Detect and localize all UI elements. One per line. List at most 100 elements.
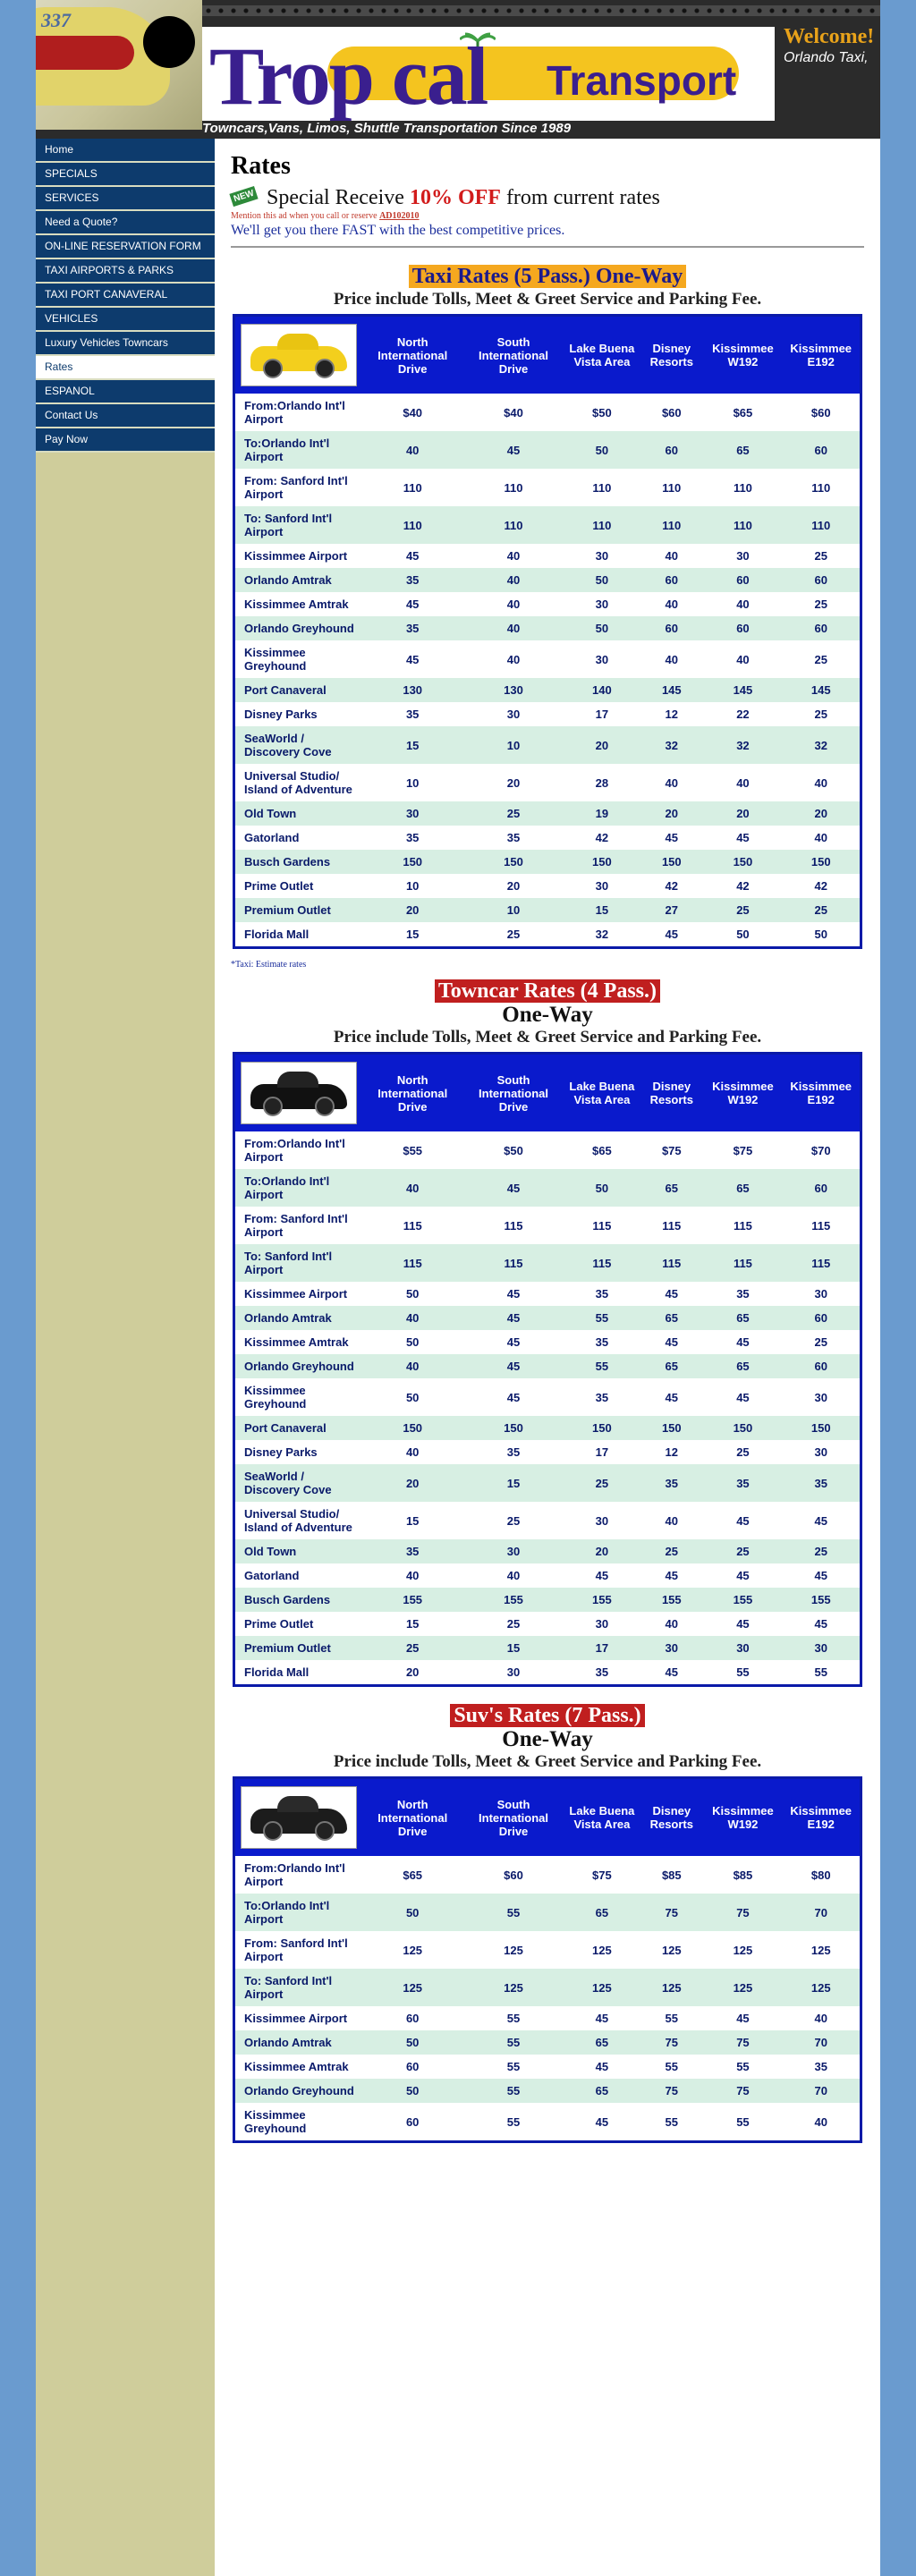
suv-fee-note: Price include Tolls, Meet & Greet Servic…	[333, 1752, 762, 1771]
price-cell: 20	[782, 801, 861, 826]
price-cell: 50	[405, 1287, 420, 1301]
price-cell: 30	[462, 1539, 564, 1563]
price-cell: 60	[640, 431, 704, 469]
price-cell: 45	[665, 1287, 679, 1301]
location-cell: Prime Outlet	[244, 879, 314, 893]
table-row: Orlando Amtrak 35 40 50 60 60 60	[233, 568, 861, 592]
price-cell: 60	[405, 2060, 420, 2073]
promise-text: We'll get you there FAST with the best c…	[231, 223, 565, 238]
price-cell: 40	[665, 775, 679, 790]
location-cell: SeaWorld / Discovery Cove	[233, 726, 362, 764]
table-row: From:Orlando Int'l Airport $65 $60 $75 $85 $8…	[234, 1856, 861, 1894]
price-cell: 45	[736, 831, 750, 844]
sidebar-item-espanol[interactable]: ESPANOL	[36, 380, 215, 404]
price-cell: 40	[362, 1169, 463, 1207]
price-cell: $60	[810, 405, 831, 419]
site-logo[interactable]: Trop cal Transport	[202, 27, 775, 121]
taxi-section-title: Taxi Rates (5 Pass.) One-Way	[231, 264, 864, 289]
location-cell: Disney Parks	[244, 708, 318, 721]
location-cell: Universal Studio/ Island of Adventure	[244, 769, 352, 796]
sidebar-item-taxi-port-canaveral[interactable]: TAXI PORT CANAVERAL	[36, 284, 215, 308]
price-cell: 45	[506, 1335, 521, 1349]
price-cell: 60	[640, 616, 704, 640]
sidebar-item-luxury-vehicles-towncars[interactable]: Luxury Vehicles Towncars	[36, 332, 215, 356]
price-cell: 15	[462, 1464, 564, 1502]
table-row: From: Sanford Int'l Airport 110 110 110 110 1…	[234, 469, 861, 506]
column-header: North International Drive	[362, 1053, 463, 1131]
main-content: Rates NEW Special Receive 10% OFF from c…	[229, 150, 864, 2143]
column-header: Disney Resorts	[640, 1053, 704, 1131]
sidebar-item-rates[interactable]: Rates	[36, 356, 215, 380]
price-cell: 35	[405, 831, 420, 844]
price-cell: 55	[506, 2060, 521, 2073]
price-cell: 65	[640, 1306, 704, 1330]
sidebar-item-vehicles[interactable]: VEHICLES	[36, 308, 215, 332]
price-cell: 60	[703, 568, 783, 592]
column-header: Lake Buena Vista Area	[564, 315, 640, 394]
price-cell: 45	[665, 831, 679, 844]
price-cell: 65	[703, 1169, 783, 1207]
price-cell: 20	[564, 726, 640, 764]
sidebar: Home SPECIALS SERVICES Need a Quote? ON-LINE…	[36, 139, 215, 2576]
price-cell: 60	[405, 2012, 420, 2025]
location-cell: Orlando Amtrak	[233, 1306, 362, 1330]
table-row: Kissimmee Airport 50 45 35 45 35 30	[234, 1282, 861, 1306]
price-cell: 155	[362, 1588, 463, 1612]
price-cell: 35	[814, 2060, 827, 2073]
price-cell: 30	[703, 1636, 783, 1660]
sidebar-item-pay-now[interactable]: Pay Now	[36, 428, 215, 453]
price-cell: 110	[782, 506, 861, 544]
price-cell: 25	[564, 1464, 640, 1502]
sidebar-item-home[interactable]: Home	[36, 139, 215, 163]
price-cell: 42	[814, 879, 827, 893]
table-row: Old Town 30 25 19 20 20 20	[233, 801, 861, 826]
sidebar-item-need-a-quote[interactable]: Need a Quote?	[36, 211, 215, 235]
price-cell: 150	[703, 850, 783, 874]
sidebar-item-contact-us[interactable]: Contact Us	[36, 404, 215, 428]
price-cell: 150	[703, 1416, 783, 1440]
price-cell: 35	[506, 831, 521, 844]
price-cell: 50	[564, 431, 640, 469]
price-cell: 10	[462, 898, 564, 922]
location-cell: From:Orlando Int'l Airport	[244, 1137, 345, 1164]
price-cell: 45	[405, 549, 420, 563]
price-cell: 30	[595, 1617, 609, 1631]
taxi-number: 337	[41, 9, 71, 31]
taxi-photo: 337	[36, 0, 202, 130]
price-cell: 50	[405, 1335, 420, 1349]
price-cell: 75	[703, 2030, 783, 2055]
towncar-one-way: One-Way	[502, 1003, 593, 1027]
table-row: From:Orlando Int'l Airport $55 $50 $65 $75 $7…	[234, 1131, 861, 1169]
location-cell: To:Orlando Int'l Airport	[233, 1169, 362, 1207]
price-cell: 75	[640, 1894, 704, 1931]
logo-wordmark: Trop cal	[209, 30, 488, 121]
price-cell: 25	[814, 708, 827, 721]
welcome-heading: Welcome!	[784, 25, 875, 48]
price-cell: $75	[733, 1143, 753, 1157]
price-cell: 30	[362, 801, 463, 826]
sidebar-item-services[interactable]: SERVICES	[36, 187, 215, 211]
table-row: Kissimmee Amtrak 60 55 45 55 55 35	[234, 2055, 861, 2079]
sidebar-item-specials[interactable]: SPECIALS	[36, 163, 215, 187]
price-cell: 55	[564, 1306, 640, 1330]
price-cell: 55	[506, 2114, 521, 2129]
price-cell: 45	[665, 1335, 679, 1349]
site-header: 337 Trop cal Transport Welcome! Orlando …	[36, 0, 880, 139]
price-cell: 20	[640, 801, 704, 826]
sidebar-item-taxi-airports-parks[interactable]: TAXI AIRPORTS & PARKS	[36, 259, 215, 284]
price-cell: 32	[782, 726, 861, 764]
price-cell: 25	[703, 1539, 783, 1563]
price-cell: 55	[564, 1354, 640, 1378]
price-cell: 115	[782, 1244, 861, 1282]
price-cell: 40	[665, 1617, 679, 1631]
price-cell: 30	[782, 1636, 861, 1660]
table-row: To:Orlando Int'l Airport 50 55 65 75 75 70	[233, 1894, 861, 1931]
location-cell: From:Orlando Int'l Airport	[244, 399, 345, 426]
price-cell: 40	[736, 652, 750, 666]
price-cell: 75	[703, 1894, 783, 1931]
price-cell: 145	[703, 678, 783, 702]
price-cell: 60	[782, 431, 861, 469]
sidebar-item-on-line-reservation-form[interactable]: ON-LINE RESERVATION FORM	[36, 235, 215, 259]
price-cell: 25	[814, 652, 827, 666]
column-header: Lake Buena Vista Area	[564, 1053, 640, 1131]
